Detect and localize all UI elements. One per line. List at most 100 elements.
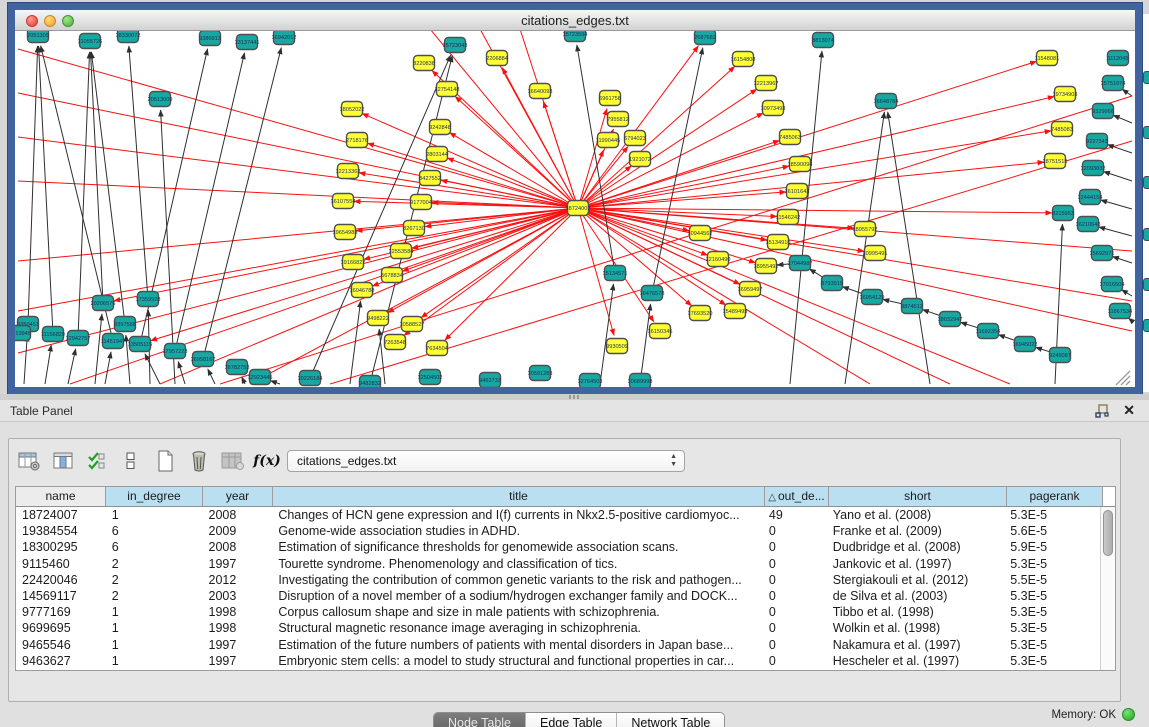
tab-node-table[interactable]: Node Table [434, 713, 526, 727]
table-cell[interactable]: 0 [763, 620, 827, 636]
table-cell[interactable]: 0 [763, 604, 827, 620]
column-header-name[interactable]: name [16, 487, 106, 506]
scrollbar-thumb[interactable] [1103, 510, 1113, 556]
column-header-title[interactable]: title [273, 487, 765, 506]
edge[interactable] [447, 158, 578, 208]
table-cell[interactable]: 5.6E-5 [1004, 523, 1100, 539]
node[interactable] [1143, 228, 1149, 241]
table-cell[interactable]: 2 [106, 572, 203, 588]
column-header-in_degree[interactable]: in_degree [106, 487, 203, 506]
splitter-handle-icon[interactable] [569, 395, 581, 399]
edge[interactable] [449, 133, 578, 208]
node[interactable] [1143, 176, 1149, 189]
edge[interactable] [578, 109, 607, 208]
table-cell[interactable]: 1997 [203, 653, 273, 669]
table-cell[interactable]: Estimation of the future numbers of pati… [272, 637, 763, 653]
edge[interactable] [577, 45, 615, 273]
table-cell[interactable]: 2008 [203, 539, 273, 555]
table-row[interactable]: 1830029562008Estimation of significance … [16, 539, 1100, 555]
edge[interactable] [105, 352, 111, 384]
table-cell[interactable]: Stergiakouli et al. (2012) [827, 572, 1005, 588]
background-network-window[interactable] [1141, 14, 1149, 392]
deselect-all-icon[interactable] [119, 449, 143, 473]
edge[interactable] [145, 354, 160, 384]
edge[interactable] [640, 304, 651, 384]
edge[interactable] [370, 56, 452, 383]
edge[interactable] [270, 381, 280, 384]
zoom-window-icon[interactable] [62, 15, 74, 27]
edge[interactable] [208, 369, 215, 384]
edge[interactable] [178, 362, 185, 384]
edge[interactable] [1122, 89, 1132, 96]
new-column-icon[interactable] [153, 449, 177, 473]
table-cell[interactable]: 0 [763, 572, 827, 588]
edge[interactable] [445, 208, 578, 340]
table-cell[interactable]: Disruption of a novel member of a sodium… [272, 588, 763, 604]
table-cell[interactable]: 1997 [203, 637, 273, 653]
table-cell[interactable]: 9699695 [16, 620, 106, 636]
table-cell[interactable]: 5.3E-5 [1004, 653, 1100, 669]
memory-status-icon[interactable] [1122, 708, 1135, 721]
table-cell[interactable]: 1998 [203, 620, 273, 636]
table-row[interactable]: 2242004622012Investigating the contribut… [16, 572, 1100, 588]
table-cell[interactable]: 18724007 [16, 507, 106, 523]
table-cell[interactable]: 9115460 [16, 556, 106, 572]
table-cell[interactable]: 2 [106, 556, 203, 572]
table-cell[interactable]: 2008 [203, 507, 273, 523]
table-cell[interactable]: 2012 [203, 572, 273, 588]
edge[interactable] [310, 55, 451, 378]
edge[interactable] [1101, 200, 1132, 209]
close-window-icon[interactable] [26, 15, 38, 27]
table-cell[interactable]: Tibbo et al. (1998) [827, 604, 1005, 620]
edge[interactable] [1107, 145, 1132, 153]
edge[interactable] [578, 192, 786, 208]
table-cell[interactable]: 0 [763, 637, 827, 653]
edge[interactable] [91, 52, 103, 303]
column-header-year[interactable]: year [203, 487, 273, 506]
edge[interactable] [45, 345, 51, 384]
citation-network-graph[interactable]: 1872400782208381275414822068841664009318… [15, 31, 1135, 387]
edge[interactable] [24, 335, 27, 384]
table-cell[interactable]: 5.5E-5 [1004, 572, 1100, 588]
table-cell[interactable]: Investigating the contribution of common… [272, 572, 763, 588]
table-cell[interactable]: Embryonic stem cells: a model to study s… [272, 653, 763, 669]
edge[interactable] [129, 46, 148, 299]
table-row[interactable]: 911546021997Tourette syndrome. Phenomeno… [16, 556, 1100, 572]
column-header-pagerank[interactable]: pagerank [1007, 487, 1103, 506]
function-builder-icon[interactable]: f(x) [255, 449, 279, 473]
table-options-icon[interactable] [17, 449, 41, 473]
table-cell[interactable]: 0 [763, 556, 827, 572]
table-cell[interactable]: 0 [763, 653, 827, 669]
table-cell[interactable]: 5.3E-5 [1004, 556, 1100, 572]
edge[interactable] [1112, 256, 1132, 263]
table-cell[interactable]: 6 [106, 539, 203, 555]
select-all-icon[interactable] [85, 449, 109, 473]
close-panel-icon[interactable]: ✕ [1123, 402, 1135, 419]
table-cell[interactable]: 18300295 [16, 539, 106, 555]
table-row[interactable]: 969969511998Structural magnetic resonanc… [16, 620, 1100, 636]
network-canvas[interactable]: 1872400782208381275414822068841664009318… [15, 31, 1135, 387]
table-cell[interactable]: Corpus callosum shape and size in male p… [272, 604, 763, 620]
edge[interactable] [91, 52, 125, 324]
table-cell[interactable]: 5.3E-5 [1004, 507, 1100, 523]
table-select-dropdown[interactable]: citations_edges.txt ▲▼ [287, 450, 685, 472]
table-cell[interactable]: 19384554 [16, 523, 106, 539]
table-cell[interactable]: 1 [106, 507, 203, 523]
table-cell[interactable]: Wolkin et al. (1998) [827, 620, 1005, 636]
table-cell[interactable]: 2003 [203, 588, 273, 604]
edge[interactable] [242, 377, 245, 384]
table-scrollbar[interactable] [1100, 507, 1115, 670]
table-cell[interactable]: 2 [106, 588, 203, 604]
table-cell[interactable]: Jankovic et al. (1997) [827, 556, 1005, 572]
edge[interactable] [175, 53, 245, 351]
table-cell[interactable]: Changes of HCN gene expression and I(f) … [272, 507, 763, 523]
table-row[interactable]: 1938455462009Genome-wide association stu… [16, 523, 1100, 539]
edge[interactable] [68, 349, 76, 384]
table-cell[interactable]: Yano et al. (2008) [827, 507, 1005, 523]
window-resize-grip[interactable] [1116, 371, 1130, 385]
delete-table-icon[interactable] [221, 449, 245, 473]
table-cell[interactable]: Tourette syndrome. Phenomenology and cla… [272, 556, 763, 572]
node[interactable] [1143, 71, 1149, 84]
edge[interactable] [1103, 171, 1132, 181]
table-row[interactable]: 1456911722003Disruption of a novel membe… [16, 588, 1100, 604]
